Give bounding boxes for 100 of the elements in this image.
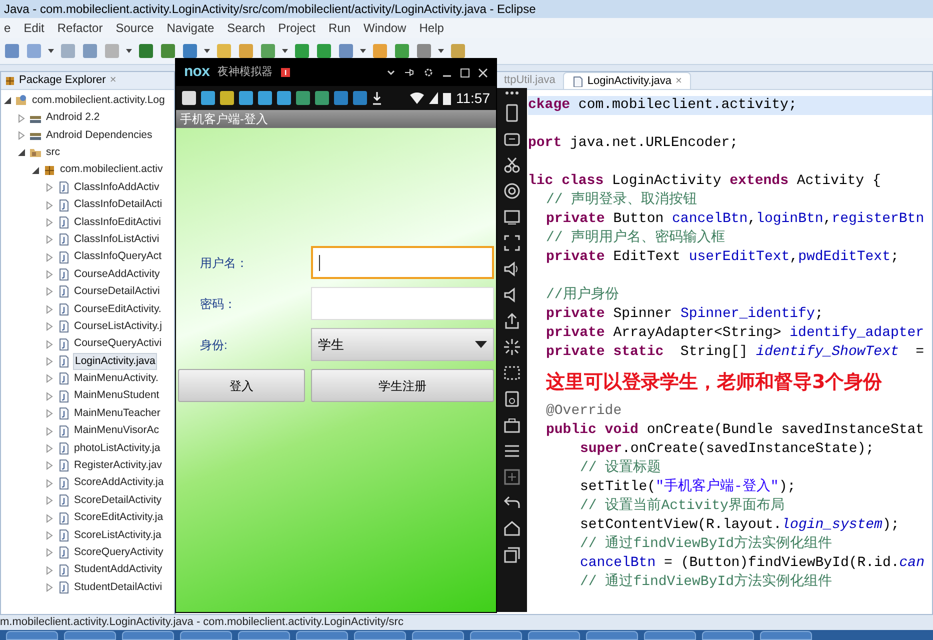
screenshot-icon[interactable] (503, 364, 521, 382)
username-field[interactable] (311, 246, 494, 279)
fullscreen-icon[interactable] (503, 234, 521, 252)
toolbar-icon[interactable] (238, 43, 254, 59)
collapsed-arrow-icon[interactable] (45, 304, 54, 314)
upload-icon[interactable] (503, 312, 521, 330)
tree-item[interactable]: Android Dependencies (45, 128, 154, 144)
collapsed-arrow-icon[interactable] (45, 444, 54, 453)
collapsed-arrow-icon[interactable] (45, 583, 54, 592)
tree-item[interactable]: ScoreQueryActivity (73, 544, 164, 561)
collapsed-arrow-icon[interactable] (45, 322, 54, 332)
register-button[interactable]: 学生注册 (311, 369, 494, 402)
menu-item[interactable]: Help (419, 19, 444, 37)
toolbar-icon[interactable] (338, 43, 354, 59)
login-button[interactable]: 登入 (178, 369, 305, 402)
caret-icon[interactable] (360, 48, 366, 54)
menu-item[interactable]: Run (328, 19, 351, 37)
add-icon[interactable] (503, 468, 521, 486)
menu-item[interactable]: e (4, 19, 11, 37)
settings-icon[interactable] (423, 67, 434, 78)
collapsed-arrow-icon[interactable] (45, 514, 54, 523)
editor-tab[interactable]: LoginActivity.java × (563, 72, 691, 89)
tree-item[interactable]: LoginActivity.java (73, 352, 158, 370)
maximize-icon[interactable] (460, 68, 470, 78)
tree-item[interactable]: src (45, 144, 61, 161)
collapsed-arrow-icon[interactable] (45, 392, 54, 401)
tree-item[interactable]: MainMenuVisorAc (73, 423, 160, 439)
toolbar-icon[interactable] (182, 43, 198, 59)
tree-item[interactable]: com.mobileclient.activity.Log (31, 92, 166, 109)
toolbar-icon[interactable] (216, 43, 232, 59)
tree-item[interactable]: ClassInfoAddActiv (73, 180, 160, 196)
caret-icon[interactable] (126, 48, 132, 54)
tree-item[interactable]: MainMenuActivity. (73, 371, 160, 387)
location-icon[interactable] (503, 182, 521, 200)
toolbar-icon[interactable] (450, 43, 466, 59)
toolbar-icon[interactable] (316, 43, 332, 59)
collapsed-arrow-icon[interactable] (45, 218, 54, 227)
password-field[interactable] (311, 287, 494, 320)
tree-item[interactable]: StudentDetailActivi (73, 580, 164, 596)
tree-item[interactable]: com.mobileclient.activ (59, 162, 164, 178)
collapsed-arrow-icon[interactable] (45, 426, 54, 436)
tree-item[interactable]: ScoreEditActivity.ja (73, 510, 164, 526)
toolbar-icon[interactable] (260, 43, 276, 59)
tree-item[interactable]: CourseEditActivity. (73, 302, 162, 318)
expanded-arrow-icon[interactable] (3, 96, 12, 106)
camera-icon[interactable] (503, 390, 521, 408)
shake-icon[interactable] (503, 338, 521, 356)
collapsed-arrow-icon[interactable] (45, 530, 54, 540)
tree-item[interactable]: ScoreDetailActivity (73, 492, 163, 509)
tree-item[interactable]: StudentAddActivity (73, 562, 164, 578)
tree-item[interactable]: CourseDetailActivi (73, 284, 161, 300)
collapsed-arrow-icon[interactable] (45, 200, 54, 210)
collapsed-arrow-icon[interactable] (45, 252, 54, 262)
pin-icon[interactable] (404, 67, 415, 78)
tree-item[interactable]: CourseQueryActivi (73, 336, 163, 352)
collapsed-arrow-icon[interactable] (45, 409, 54, 418)
menu-item[interactable]: Window (364, 19, 406, 37)
collapsed-arrow-icon[interactable] (45, 548, 54, 558)
tree-item[interactable]: CourseListActivity.j (73, 318, 163, 335)
collapsed-arrow-icon[interactable] (45, 478, 54, 488)
collapsed-arrow-icon[interactable] (45, 461, 54, 470)
toolbar-icon[interactable] (294, 43, 310, 59)
tree-item[interactable]: photoListActivity.ja (73, 440, 162, 456)
tree-item[interactable]: MainMenuStudent (73, 388, 160, 404)
tree-item[interactable]: ClassInfoQueryAct (73, 249, 163, 266)
tree-item[interactable]: RegisterActivity.jav (73, 458, 163, 474)
menu-item[interactable]: Project (278, 19, 316, 37)
tree-item[interactable]: ScoreListActivity.ja (73, 528, 162, 544)
expanded-arrow-icon[interactable] (17, 148, 26, 158)
expanded-arrow-icon[interactable] (31, 166, 40, 175)
toolbar-icon[interactable] (416, 43, 432, 59)
collapsed-arrow-icon[interactable] (45, 357, 54, 366)
role-dropdown[interactable]: 学生 (311, 328, 494, 361)
tree-item[interactable]: ClassInfoEditActivi (73, 214, 162, 230)
tree-item[interactable]: Android 2.2 (45, 110, 101, 126)
collapsed-arrow-icon[interactable] (45, 340, 54, 349)
tree-item[interactable]: ClassInfoDetailActi (73, 197, 164, 213)
caret-icon[interactable] (282, 48, 288, 54)
toolbox-icon[interactable] (503, 416, 521, 434)
tree-item[interactable]: MainMenuTeacher (73, 406, 162, 422)
menu-item[interactable]: Navigate (166, 19, 214, 37)
tree-item[interactable]: ClassInfoListActivi (73, 232, 160, 248)
menu-item[interactable]: Source (116, 19, 154, 37)
collapsed-arrow-icon[interactable] (17, 130, 26, 140)
collapsed-arrow-icon[interactable] (17, 114, 26, 123)
collapsed-arrow-icon[interactable] (45, 183, 54, 192)
collapsed-arrow-icon[interactable] (45, 287, 54, 296)
caret-icon[interactable] (204, 48, 210, 54)
tree-item[interactable]: ScoreAddActivity.ja (73, 475, 165, 492)
menu-item[interactable]: Refactor (57, 19, 103, 37)
recent-apps-icon[interactable] (503, 546, 521, 564)
chevron-icon[interactable] (386, 68, 396, 78)
close-icon[interactable] (478, 68, 488, 78)
toolbar-icon[interactable] (372, 43, 388, 59)
menu-item[interactable]: Search (227, 19, 266, 37)
collapsed-arrow-icon[interactable] (45, 374, 54, 384)
collapsed-arrow-icon[interactable] (45, 566, 54, 575)
collapsed-arrow-icon[interactable] (45, 235, 54, 244)
toolbar-icon[interactable] (394, 43, 410, 59)
monitor-icon[interactable] (503, 208, 521, 226)
